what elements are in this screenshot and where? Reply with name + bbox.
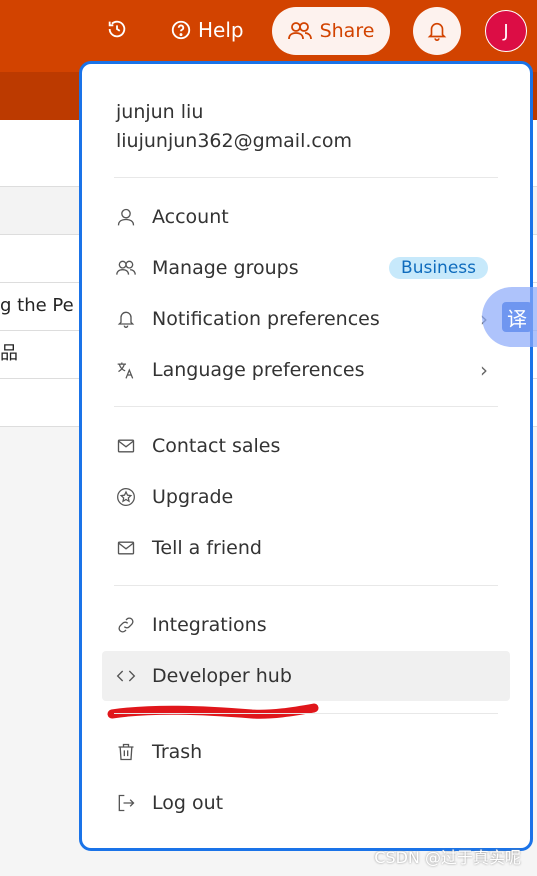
history-button[interactable] — [106, 18, 128, 40]
trash-icon — [118, 743, 134, 761]
bell-icon — [427, 22, 447, 41]
row-title: g the Pe — [0, 295, 74, 316]
share-button[interactable]: Share — [272, 7, 390, 55]
help-icon — [171, 20, 191, 40]
menu-item-notification-preferences[interactable]: Notification preferences › — [102, 294, 510, 344]
divider — [114, 713, 498, 714]
notifications-button[interactable] — [413, 7, 461, 55]
menu-item-tell-a-friend[interactable]: Tell a friend — [102, 523, 510, 573]
menu-item-label: Log out — [152, 792, 224, 814]
menu-item-label: Trash — [152, 741, 203, 763]
help-label: Help — [198, 18, 244, 42]
bell-icon — [117, 311, 135, 328]
menu-item-label: Language preferences — [152, 359, 365, 381]
row-title: 品 — [0, 343, 18, 364]
divider — [114, 406, 498, 407]
menu-item-account[interactable]: Account — [102, 192, 510, 242]
menu-item-trash[interactable]: Trash — [102, 727, 510, 777]
code-icon — [116, 670, 136, 682]
menu-item-label: Upgrade — [152, 486, 234, 508]
translate-icon — [117, 362, 134, 379]
user-info: junjun liu liujunjun362@gmail.com — [116, 98, 352, 156]
chevron-right-icon: › — [480, 358, 488, 382]
avatar[interactable]: J — [485, 10, 527, 52]
history-icon — [108, 20, 126, 38]
people-icon — [287, 22, 312, 40]
star-icon — [117, 488, 135, 506]
mail-icon — [117, 541, 135, 555]
menu-item-label: Notification preferences — [152, 308, 380, 330]
translate-button[interactable]: 译 — [482, 287, 537, 347]
menu-item-language-preferences[interactable]: Language preferences › — [102, 345, 510, 395]
menu-item-label: Contact sales — [152, 435, 281, 457]
menu-item-label: Account — [152, 206, 229, 228]
user-email: liujunjun362@gmail.com — [116, 130, 352, 152]
menu-item-developer-hub[interactable]: Developer hub — [102, 651, 510, 701]
user-name: junjun liu — [116, 101, 204, 123]
menu-item-contact-sales[interactable]: Contact sales — [102, 421, 510, 471]
help-button[interactable]: Help — [170, 18, 244, 42]
person-icon — [117, 208, 135, 226]
mail-icon — [117, 439, 135, 453]
translate-icon: 译 — [502, 302, 532, 332]
menu-item-label: Tell a friend — [152, 537, 262, 559]
menu-item-label: Manage groups — [152, 257, 299, 279]
divider — [114, 585, 498, 586]
divider — [114, 177, 498, 178]
menu-item-upgrade[interactable]: Upgrade — [102, 472, 510, 522]
watermark: CSDN @过于真实呢 — [374, 848, 521, 867]
menu-item-label: Integrations — [152, 614, 267, 636]
menu-item-label: Developer hub — [152, 665, 292, 687]
menu-item-integrations[interactable]: Integrations — [102, 600, 510, 650]
menu-item-log-out[interactable]: Log out — [102, 778, 510, 828]
share-label: Share — [319, 20, 375, 42]
people-icon — [116, 260, 136, 275]
menu-item-manage-groups[interactable]: Manage groups Business — [102, 243, 510, 293]
account-menu: junjun liu liujunjun362@gmail.com Accoun… — [79, 61, 533, 851]
link-icon — [118, 617, 134, 633]
business-badge: Business — [389, 257, 488, 279]
sign-out-icon — [118, 794, 135, 812]
red-underline-annotation — [107, 703, 319, 719]
